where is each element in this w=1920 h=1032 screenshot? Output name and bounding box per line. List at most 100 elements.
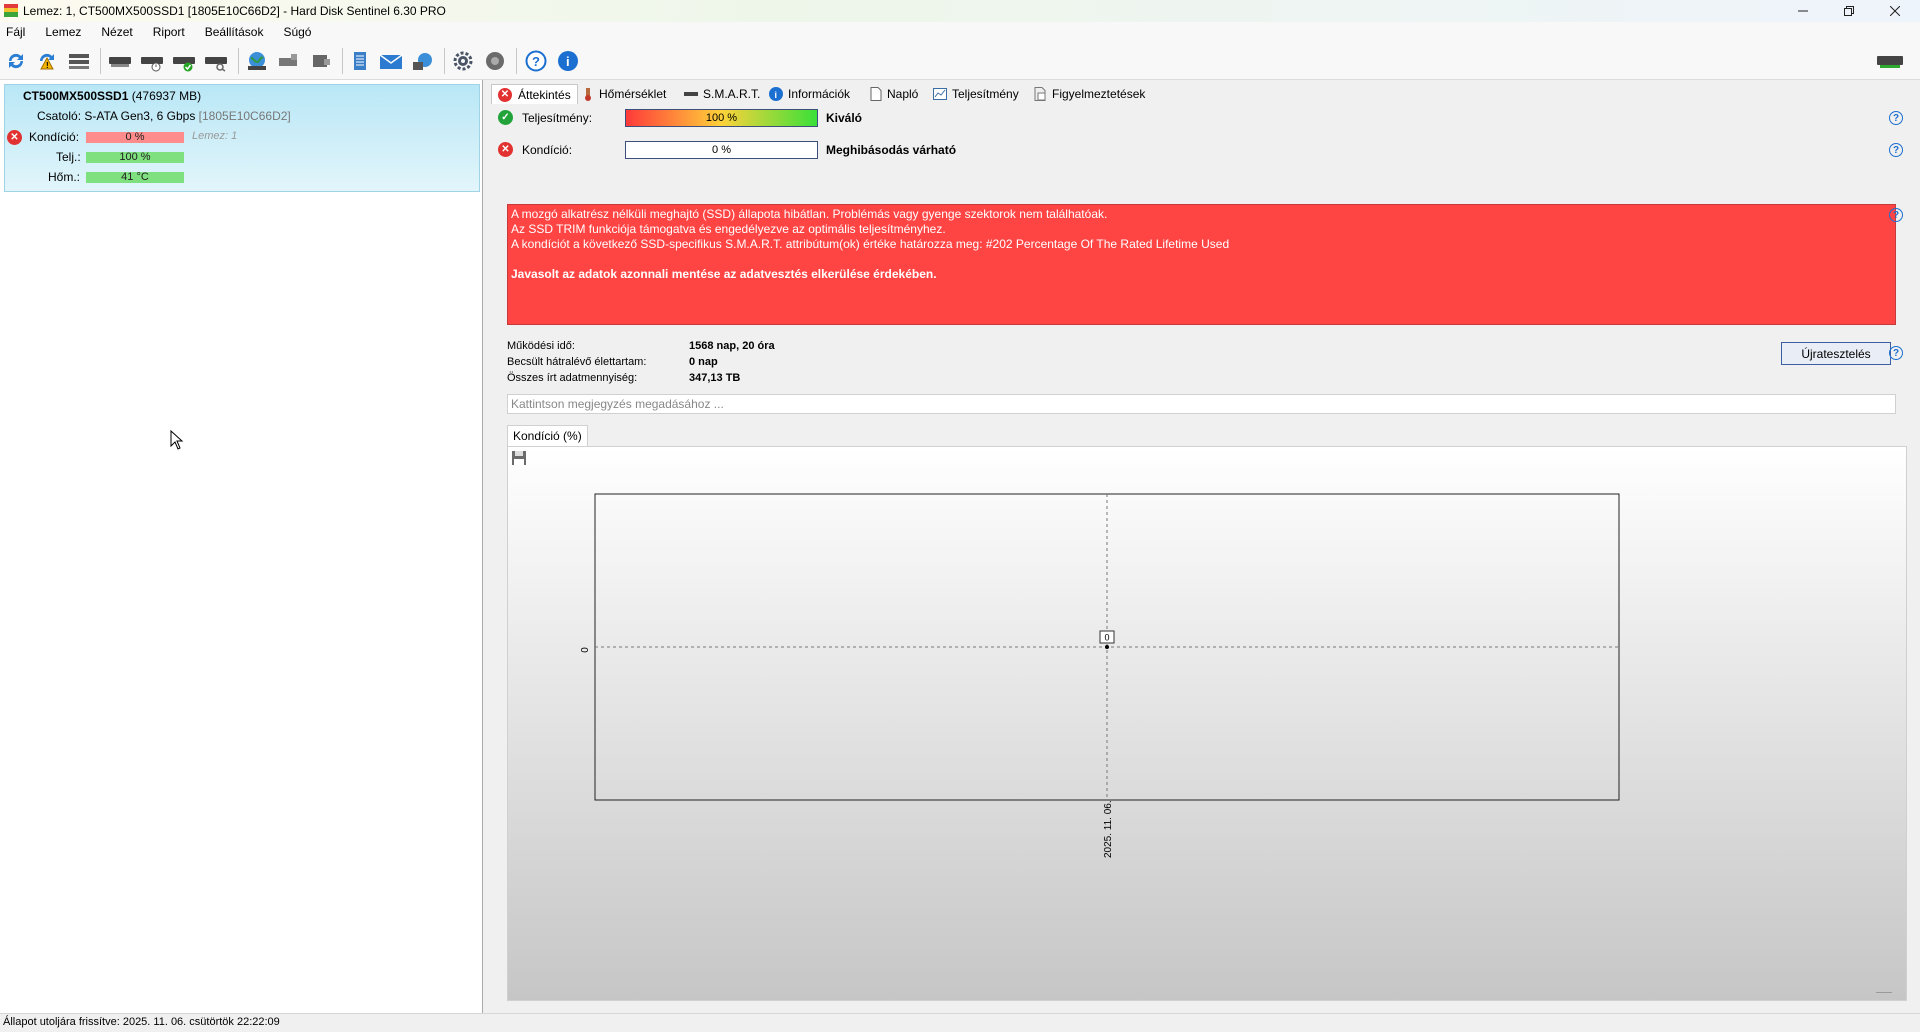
help-icon[interactable]: ? xyxy=(1889,111,1903,125)
health-error-icon: ✕ xyxy=(498,142,513,157)
disk-serial: [1805E10C66D2] xyxy=(198,109,291,123)
refresh-warning-button[interactable]: ! xyxy=(33,48,61,74)
disk-search-button[interactable] xyxy=(202,48,230,74)
menu-disk[interactable]: Lemez xyxy=(45,22,89,42)
usb-icon xyxy=(313,55,330,67)
note-input[interactable]: Kattintson megjegyzés megadásához ... xyxy=(507,394,1896,414)
disk-list-button[interactable] xyxy=(65,48,93,74)
disk-button[interactable] xyxy=(106,48,134,74)
menu-report[interactable]: Riport xyxy=(153,22,193,42)
health-graph: 2025. 11. 06. 0 0 xyxy=(507,446,1907,1001)
tab-information[interactable]: i Információk xyxy=(769,84,850,104)
info-icon: i xyxy=(558,51,578,71)
web-update-button[interactable] xyxy=(243,48,271,74)
disk-name: CT500MX500SSD1 xyxy=(23,89,129,103)
resize-grip xyxy=(1876,992,1892,993)
info-button[interactable]: i xyxy=(554,48,582,74)
disk-list-panel: CT500MX500SSD1 (476937 MB) Csatoló: S-AT… xyxy=(0,80,483,1013)
notes-button[interactable] xyxy=(346,48,374,74)
lifetime-value: 0 nap xyxy=(689,356,718,368)
performance-bar: 100 % xyxy=(625,109,818,127)
tab-alerts-label: Figyelmeztetések xyxy=(1052,87,1146,101)
disk-interface-row: Csatoló: S-ATA Gen3, 6 Gbps [1805E10C66D… xyxy=(37,109,291,123)
tab-information-label: Információk xyxy=(788,87,851,101)
usb-button[interactable] xyxy=(307,48,335,74)
status-bar: Állapot utoljára frissítve: 2025. 11. 06… xyxy=(0,1013,1920,1032)
close-button[interactable] xyxy=(1872,0,1918,22)
document-icon xyxy=(870,87,882,101)
error-icon: ✕ xyxy=(7,130,22,145)
help-icon[interactable]: ? xyxy=(1889,346,1903,360)
health-text: Meghibásodás várható xyxy=(826,143,957,157)
info-small-icon: i xyxy=(769,87,783,101)
alert-line-3: A kondíciót a következő SSD-specifikus S… xyxy=(511,237,1230,251)
tab-overview-label: Áttekintés xyxy=(518,87,571,102)
alert-line-2: Az SSD TRIM funkciója támogatva és enged… xyxy=(511,222,946,236)
menu-view[interactable]: Nézet xyxy=(101,22,140,42)
restore-button[interactable] xyxy=(1826,0,1872,22)
tab-overview[interactable]: ✕ Áttekintés xyxy=(491,84,578,104)
close-icon xyxy=(1890,6,1900,16)
disk-status-button[interactable] xyxy=(1874,48,1906,74)
disk-check-icon xyxy=(173,57,195,72)
svg-text:!: ! xyxy=(46,61,49,70)
y-tick-label: 0 xyxy=(580,647,591,653)
menu-file[interactable]: Fájl xyxy=(6,22,33,42)
alert-line-1: A mozgó alkatrész nélküli meghajtó (SSD)… xyxy=(511,207,1108,221)
tools-icon xyxy=(279,54,297,66)
disk-card[interactable]: CT500MX500SSD1 (476937 MB) Csatoló: S-AT… xyxy=(4,84,480,192)
disk-icon xyxy=(109,57,131,67)
tab-log-label: Napló xyxy=(887,87,919,101)
tab-smart[interactable]: S.M.A.R.T. xyxy=(684,84,760,104)
sound-button[interactable] xyxy=(481,48,509,74)
help-button[interactable]: ? xyxy=(522,48,550,74)
menu-settings[interactable]: Beállítások xyxy=(205,22,272,42)
restore-icon xyxy=(1844,6,1854,16)
disk-size: (476937 MB) xyxy=(131,89,202,103)
settings-button[interactable] xyxy=(449,48,477,74)
cursor-icon xyxy=(170,429,184,450)
data-point xyxy=(1105,645,1109,649)
disk-test-button[interactable] xyxy=(170,48,198,74)
disk-search-icon xyxy=(205,57,227,72)
alerts-document-icon xyxy=(1034,87,1046,101)
network-icon xyxy=(413,53,432,70)
toolbar-separator xyxy=(238,48,239,74)
health-label: Kondíció: xyxy=(29,130,80,144)
refresh-button[interactable] xyxy=(2,48,30,74)
status-description: A mozgó alkatrész nélküli meghajtó (SSD)… xyxy=(507,204,1896,325)
minimize-icon xyxy=(1798,10,1808,12)
error-icon: ✕ xyxy=(498,142,513,157)
tab-performance[interactable]: Teljesítmény xyxy=(933,84,1019,104)
help-icon[interactable]: ? xyxy=(1889,143,1903,157)
minimize-button[interactable] xyxy=(1780,0,1826,22)
refresh-warning-icon: ! xyxy=(39,53,54,70)
disk-title: CT500MX500SSD1 (476937 MB) xyxy=(23,89,201,103)
help-icon[interactable]: ? xyxy=(1889,208,1903,222)
health-bar: 0 % xyxy=(625,141,818,159)
tab-temperature[interactable]: Hőmérséklet xyxy=(582,84,666,104)
disk-schedule-button[interactable] xyxy=(138,48,166,74)
menu-help[interactable]: Súgó xyxy=(283,22,319,42)
email-button[interactable] xyxy=(377,48,405,74)
toolbar-separator xyxy=(516,48,517,74)
temp-label: Hőm.: xyxy=(48,170,81,184)
x-tick-label: 2025. 11. 06. xyxy=(1103,800,1114,858)
performance-ok-icon: ✓ xyxy=(498,110,513,125)
temp-bar: 41 °C xyxy=(86,172,184,183)
network-button[interactable] xyxy=(409,48,437,74)
toolbar-separator xyxy=(342,48,343,74)
written-label: Összes írt adatmennyiség: xyxy=(507,372,638,384)
notes-icon xyxy=(354,52,366,70)
sound-icon xyxy=(486,52,504,70)
tab-temperature-label: Hőmérséklet xyxy=(599,87,667,101)
tab-log[interactable]: Napló xyxy=(870,84,918,104)
retest-button[interactable]: Újratesztelés xyxy=(1781,342,1891,365)
details-panel: ✕ Áttekintés Hőmérséklet S.M.A.R.T. i In… xyxy=(484,80,1920,1013)
tools-button[interactable] xyxy=(275,48,303,74)
tab-alerts[interactable]: Figyelmeztetések xyxy=(1034,84,1145,104)
health-label: Kondíció: xyxy=(522,143,573,157)
graph-tab-health[interactable]: Kondíció (%) xyxy=(507,425,588,446)
interface-label: Csatoló: xyxy=(37,109,82,123)
performance-text: Kiváló xyxy=(826,111,863,125)
